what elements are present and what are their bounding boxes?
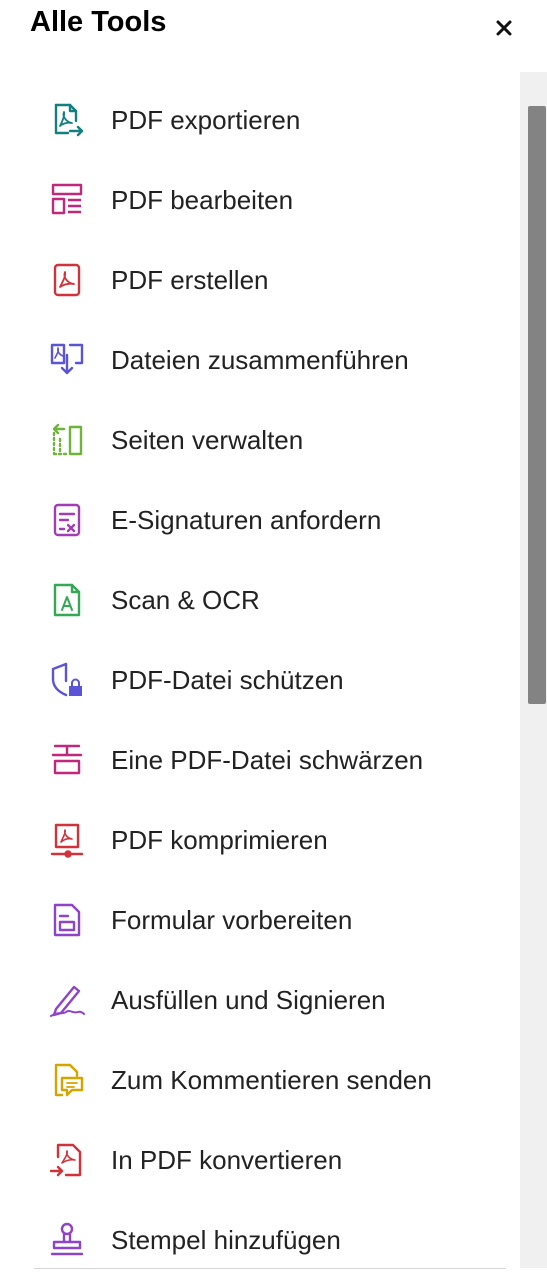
panel-title: Alle Tools (30, 6, 167, 38)
add-stamp-icon (50, 1222, 84, 1256)
protect-pdf-icon (51, 662, 82, 697)
scrollbar-thumb[interactable] (528, 106, 546, 704)
tool-label: Dateien zusammenführen (111, 345, 409, 375)
panel-header: Alle Tools (0, 0, 547, 60)
convert-to-pdf-icon (49, 1143, 82, 1177)
tool-item-request-esign[interactable]: E-Signaturen anfordern (0, 482, 520, 562)
tool-item-export-pdf[interactable]: PDF exportieren (0, 82, 520, 162)
tool-label: PDF komprimieren (111, 825, 328, 855)
request-esign-icon (53, 503, 81, 537)
tool-item-edit-pdf[interactable]: PDF bearbeiten (0, 162, 520, 242)
create-pdf-icon (53, 263, 81, 297)
tool-label: In PDF konvertieren (111, 1145, 343, 1175)
tool-label: PDF-Datei schützen (111, 665, 344, 695)
tool-label: Seiten verwalten (111, 425, 304, 455)
divider (34, 1268, 506, 1269)
export-pdf-icon (54, 103, 84, 137)
organize-pages-icon (52, 423, 83, 456)
tool-label: Formular vorbereiten (111, 905, 353, 935)
redact-pdf-icon (51, 744, 83, 775)
tool-item-fill-sign[interactable]: Ausfüllen und Signieren (0, 962, 520, 1042)
tool-item-send-comments[interactable]: Zum Kommentieren senden (0, 1042, 520, 1122)
tool-item-convert-to-pdf[interactable]: In PDF konvertieren (0, 1122, 520, 1202)
tool-item-combine-files[interactable]: Dateien zusammenführen (0, 322, 520, 402)
combine-files-icon (50, 343, 84, 375)
tool-item-create-pdf[interactable]: PDF erstellen (0, 242, 520, 322)
tool-item-prepare-form[interactable]: Formular vorbereiten (0, 882, 520, 962)
prepare-form-icon (53, 903, 81, 937)
tool-item-organize-pages[interactable]: Seiten verwalten (0, 402, 520, 482)
fill-sign-icon (50, 985, 85, 1017)
tool-label: Stempel hinzufügen (111, 1225, 341, 1255)
tool-label: PDF bearbeiten (111, 185, 294, 215)
tool-label: Scan & OCR (111, 585, 260, 615)
tool-label: Zum Kommentieren senden (111, 1065, 432, 1095)
tools-list: PDF exportieren PDF bearbeiten PDF erste… (0, 82, 520, 1268)
send-comments-icon (54, 1063, 84, 1097)
close-icon[interactable] (490, 14, 518, 42)
tool-label: PDF erstellen (111, 265, 269, 295)
compress-pdf-icon (50, 823, 84, 858)
scan-ocr-icon (53, 583, 81, 617)
tool-label: Eine PDF-Datei schwärzen (111, 745, 424, 775)
edit-pdf-icon (51, 183, 83, 215)
tool-label: E-Signaturen anfordern (111, 505, 382, 535)
tool-item-compress-pdf[interactable]: PDF komprimieren (0, 802, 520, 882)
tool-label: Ausfüllen und Signieren (111, 985, 386, 1015)
tool-item-add-stamp[interactable]: Stempel hinzufügen (0, 1202, 520, 1268)
tool-item-protect-pdf[interactable]: PDF-Datei schützen (0, 642, 520, 722)
tool-label: PDF exportieren (111, 105, 301, 135)
tool-item-redact-pdf[interactable]: Eine PDF-Datei schwärzen (0, 722, 520, 802)
tool-item-scan-ocr[interactable]: Scan & OCR (0, 562, 520, 642)
